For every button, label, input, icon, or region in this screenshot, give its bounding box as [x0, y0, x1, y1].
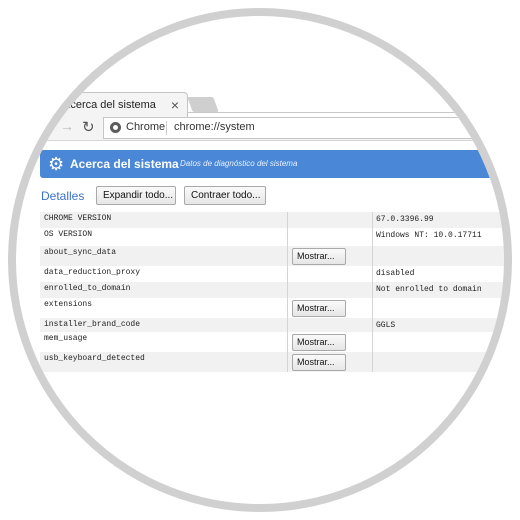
row-key: usb_keyboard_detected: [44, 354, 145, 363]
row-key: data_reduction_proxy: [44, 268, 141, 277]
column-divider: [287, 228, 288, 246]
omnibox-divider: [166, 121, 167, 135]
collapse-all-button[interactable]: Contraer todo...: [184, 186, 266, 205]
table-row: installer_brand_code GGLS: [40, 318, 504, 333]
column-divider: [372, 298, 373, 318]
table-row: extensions Mostrar...: [40, 298, 504, 319]
show-button[interactable]: Mostrar...: [292, 300, 346, 317]
forward-arrow-icon[interactable]: →: [60, 118, 74, 134]
column-divider: [372, 352, 373, 372]
row-value: disabled: [376, 269, 415, 278]
window-edge: [32, 78, 34, 118]
column-divider: [287, 318, 288, 332]
expand-all-button[interactable]: Expandir todo...: [96, 186, 176, 205]
column-divider: [372, 318, 373, 332]
column-divider: [287, 282, 288, 298]
row-key: CHROME VERSION: [44, 214, 112, 223]
chrome-logo-icon: [110, 122, 121, 133]
show-button[interactable]: Mostrar...: [292, 248, 346, 265]
row-value: Windows NT: 10.0.17711: [376, 231, 482, 240]
column-divider: [287, 246, 288, 266]
column-divider: [372, 266, 373, 282]
table-row: OS VERSION Windows NT: 10.0.17711: [40, 228, 504, 247]
table-row: enrolled_to_domain Not enrolled to domai…: [40, 282, 504, 299]
page-subtitle: Datos de diagnóstico del sistema: [180, 159, 298, 168]
row-key: enrolled_to_domain: [44, 284, 131, 293]
column-divider: [372, 228, 373, 246]
row-key: mem_usage: [44, 334, 88, 343]
circle-viewport: Acerca del sistema × ← → ↻ Chrome chrome…: [16, 16, 504, 504]
page-title: Acerca del sistema: [70, 157, 179, 171]
column-divider: [287, 298, 288, 318]
close-icon[interactable]: ×: [171, 97, 179, 113]
circular-frame: Acerca del sistema × ← → ↻ Chrome chrome…: [0, 0, 520, 520]
row-key: OS VERSION: [44, 230, 93, 239]
column-divider: [372, 212, 373, 228]
gear-icon: ⚙: [48, 154, 65, 174]
row-value: Not enrolled to domain: [376, 285, 482, 294]
row-value: 67.0.3396.99: [376, 215, 434, 224]
address-bar[interactable]: Chrome chrome://system: [103, 117, 504, 139]
show-button[interactable]: Mostrar...: [292, 354, 346, 371]
browser-window: Acerca del sistema × ← → ↻ Chrome chrome…: [16, 16, 504, 504]
chrome-label: Chrome: [126, 121, 166, 133]
table-row: usb_keyboard_detected Mostrar...: [40, 352, 504, 373]
row-key: installer_brand_code: [44, 320, 141, 329]
show-button[interactable]: Mostrar...: [292, 334, 346, 351]
page-header: ⚙ Acerca del sistema Datos de diagnóstic…: [40, 150, 504, 178]
column-divider: [287, 266, 288, 282]
row-key: extensions: [44, 300, 93, 309]
table-row: about_sync_data Mostrar...: [40, 246, 504, 267]
table-row: data_reduction_proxy disabled: [40, 266, 504, 283]
url-text[interactable]: chrome://system: [174, 121, 255, 133]
column-divider: [372, 282, 373, 298]
tab-title: Acerca del sistema: [63, 99, 156, 111]
row-value: GGLS: [376, 321, 396, 330]
back-arrow-icon[interactable]: ←: [38, 118, 52, 134]
column-divider: [372, 332, 373, 352]
new-tab-button[interactable]: [187, 97, 219, 112]
details-label: Detalles: [41, 189, 85, 203]
row-key: about_sync_data: [44, 248, 117, 257]
reload-icon[interactable]: ↻: [82, 118, 95, 136]
column-divider: [287, 332, 288, 352]
column-divider: [287, 352, 288, 372]
table-row: CHROME VERSION 67.0.3396.99: [40, 212, 504, 229]
column-divider: [372, 246, 373, 266]
table-row: mem_usage Mostrar...: [40, 332, 504, 353]
column-divider: [287, 212, 288, 228]
tab-acerca-del-sistema[interactable]: Acerca del sistema ×: [44, 92, 188, 118]
